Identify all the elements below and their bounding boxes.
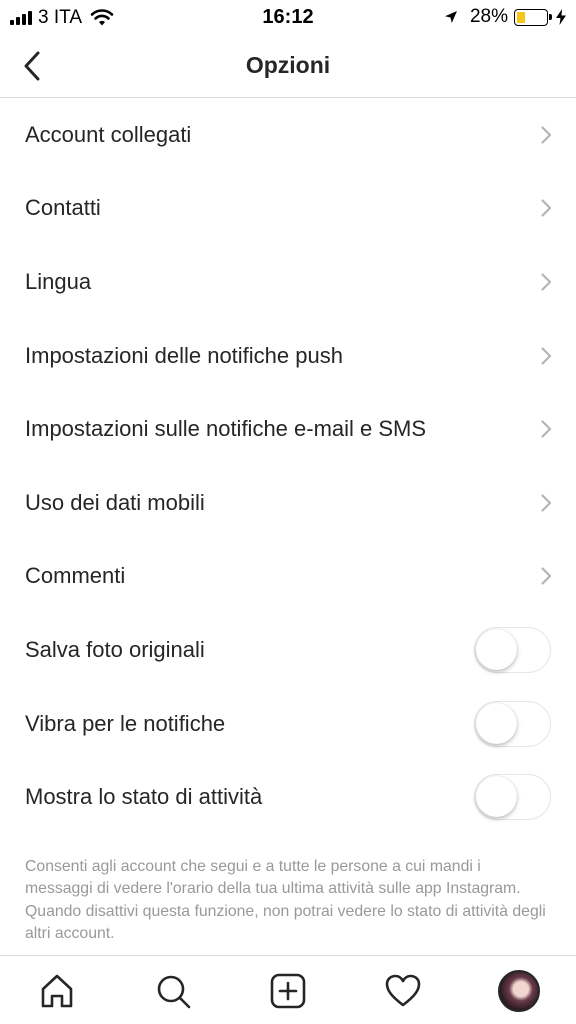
profile-avatar [498,970,540,1012]
option-save-original-photos: Salva foto originali [0,613,576,687]
option-label: Salva foto originali [25,636,205,662]
status-right: 28% [444,6,566,28]
option-label: Lingua [25,268,92,294]
option-commenti[interactable]: Commenti [0,540,576,614]
heart-icon [385,974,421,1007]
battery-icon [514,8,552,26]
add-post-icon [270,973,306,1009]
navigation-bar: Opzioni [0,36,576,98]
chevron-right-icon [541,567,552,585]
chevron-right-icon [541,273,552,291]
option-vibrate-notifications: Vibra per le notifiche [0,687,576,761]
option-label: Vibra per le notifiche [25,710,226,736]
option-lingua[interactable]: Lingua [0,245,576,319]
option-label: Impostazioni sulle notifiche e-mail e SM… [25,416,427,442]
option-email-sms-notifications[interactable]: Impostazioni sulle notifiche e-mail e SM… [0,392,576,466]
option-label: Mostra lo stato di attività [25,784,263,810]
chevron-right-icon [541,126,552,144]
option-contatti[interactable]: Contatti [0,172,576,246]
option-activity-status: Mostra lo stato di attività [0,760,576,834]
battery-fill [517,11,525,23]
option-label: Account collegati [25,121,192,147]
option-account-collegati[interactable]: Account collegati [0,98,576,172]
tab-activity[interactable] [380,968,426,1014]
instagram-options-screen: 3 ITA 16:12 28% Opzioni Account collegat… [0,0,576,1024]
option-label: Contatti [25,195,101,221]
option-label: Commenti [25,563,126,589]
chevron-right-icon [541,494,552,512]
tab-home[interactable] [34,968,80,1014]
option-mobile-data[interactable]: Uso dei dati mobili [0,466,576,540]
status-bar: 3 ITA 16:12 28% [0,0,576,36]
save-photos-toggle[interactable] [474,626,551,673]
toggle-knob [476,776,517,818]
toggle-knob [476,702,517,744]
tab-add-post[interactable] [265,968,311,1014]
toggle-knob [476,628,517,670]
activity-status-description: Consenti agli account che segui e a tutt… [25,857,546,943]
vibrate-toggle[interactable] [474,700,551,747]
option-push-notifications[interactable]: Impostazioni delle notifiche push [0,319,576,393]
battery-percent: 28% [469,6,508,27]
option-label: Impostazioni delle notifiche push [25,342,343,368]
option-label: Uso dei dati mobili [25,489,205,515]
bolt-icon [556,9,566,25]
location-arrow-icon [444,11,457,23]
tab-search[interactable] [150,968,196,1014]
chevron-right-icon [541,199,552,217]
home-icon [41,974,73,1008]
tab-profile[interactable] [496,968,542,1014]
tab-bar [0,955,576,1024]
page-title: Opzioni [245,52,331,78]
options-list: Account collegati Contatti Lingua Impost… [0,98,576,946]
chevron-right-icon [541,346,552,365]
chevron-right-icon [541,420,552,438]
search-icon [157,975,191,1009]
activity-status-toggle[interactable] [474,774,551,821]
